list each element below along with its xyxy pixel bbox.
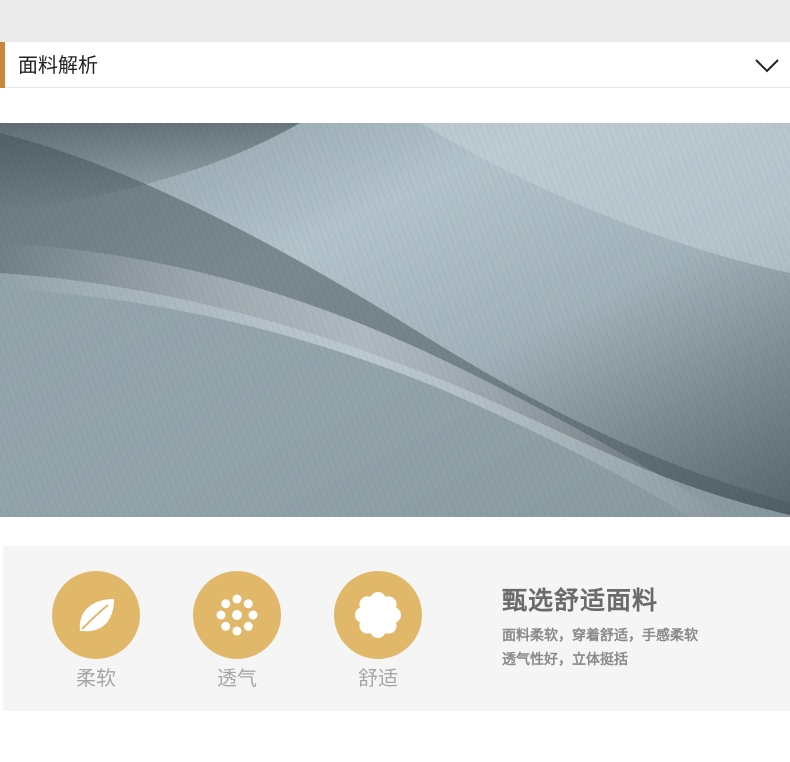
header-accent-bar xyxy=(0,42,5,88)
section-title: 面料解析 xyxy=(18,53,98,77)
top-bar xyxy=(0,0,790,42)
cloud-icon xyxy=(334,571,422,659)
flower-icon xyxy=(193,571,281,659)
leaf-icon xyxy=(52,571,140,659)
promo-line: 面料柔软，穿着舒适，手感柔软 xyxy=(502,628,698,644)
feature-breathable: 透气 xyxy=(192,571,282,691)
feature-label: 舒适 xyxy=(358,666,398,690)
promo-heading: 甄选舒适面料 xyxy=(502,586,659,615)
chevron-down-icon[interactable] xyxy=(754,53,780,77)
feature-comfortable: 舒适 xyxy=(333,571,423,691)
features-panel: 柔软 透气 舒适 甄选舒适面料 面料柔软，穿着舒适，手感柔软 透气性好，立体挺括 xyxy=(3,546,790,711)
feature-label: 柔软 xyxy=(76,666,116,690)
feature-label: 透气 xyxy=(217,666,257,690)
promo-description: 面料柔软，穿着舒适，手感柔软 透气性好，立体挺括 xyxy=(502,624,782,672)
promo-line: 透气性好，立体挺括 xyxy=(502,652,628,668)
section-header: 面料解析 xyxy=(0,42,790,88)
feature-soft: 柔软 xyxy=(51,571,141,691)
promo-text: 甄选舒适面料 面料柔软，穿着舒适，手感柔软 透气性好，立体挺括 xyxy=(502,584,782,672)
fabric-image xyxy=(0,123,790,517)
